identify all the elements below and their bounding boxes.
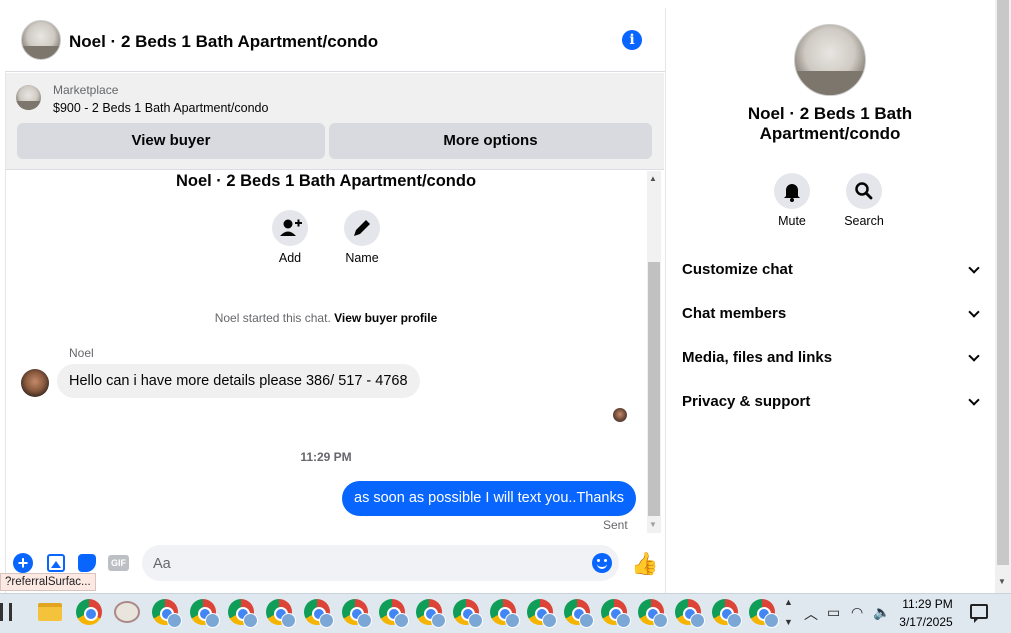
- window-scrollbar-thumb[interactable]: [997, 0, 1009, 565]
- pencil-icon: [354, 220, 370, 236]
- link-status-tooltip: ?referralSurfac...: [0, 573, 96, 591]
- search-button[interactable]: [846, 173, 882, 209]
- chevron-down-icon: [968, 350, 980, 362]
- window-scroll-down-arrow-icon[interactable]: ▼: [998, 577, 1006, 586]
- chrome-profile-icon[interactable]: [266, 599, 296, 628]
- info-icon[interactable]: i: [622, 30, 642, 50]
- customize-chat-section[interactable]: Customize chat: [682, 258, 980, 282]
- message-input[interactable]: [142, 545, 619, 581]
- chrome-profile-icon[interactable]: [304, 599, 334, 628]
- timestamp-separator: 11:29 PM: [300, 450, 352, 464]
- chat-title[interactable]: Noel · 2 Beds 1 Bath Apartment/condo: [69, 32, 378, 52]
- profile-name: Noel · 2 Beds 1 Bath Apartment/condo: [747, 104, 913, 143]
- chevron-down-icon: [968, 394, 980, 406]
- clock-date[interactable]: 3/17/2025: [897, 615, 955, 629]
- chrome-profile-icon[interactable]: [601, 599, 631, 628]
- chrome-profile-icon[interactable]: [564, 599, 594, 628]
- battery-icon[interactable]: ▭: [827, 604, 840, 621]
- thread-title: Noel · 2 Beds 1 Bath Apartment/condo: [175, 172, 477, 190]
- media-files-links-section[interactable]: Media, files and links: [682, 346, 980, 370]
- chrome-profile-icon[interactable]: [527, 599, 557, 628]
- section-label: Media, files and links: [682, 349, 833, 366]
- chrome-profile-icon[interactable]: [675, 599, 705, 628]
- listing-avatar[interactable]: [21, 20, 61, 60]
- incoming-message[interactable]: Hello can i have more details please 386…: [57, 364, 420, 398]
- privacy-support-section[interactable]: Privacy & support: [682, 390, 980, 414]
- add-label: Add: [278, 251, 302, 265]
- chevron-down-icon: [968, 306, 980, 318]
- plus-icon[interactable]: +: [13, 553, 33, 573]
- read-receipt-avatar: [613, 408, 627, 422]
- emoji-icon[interactable]: [592, 553, 612, 573]
- section-label: Chat members: [682, 305, 787, 322]
- chrome-icon[interactable]: [76, 599, 102, 625]
- section-label: Privacy & support: [682, 393, 811, 410]
- chrome-profile-icon[interactable]: [342, 599, 372, 628]
- sender-name: Noel: [69, 346, 94, 360]
- chrome-profile-icon[interactable]: [712, 599, 742, 628]
- thumbs-up-icon[interactable]: 👍: [631, 551, 658, 577]
- search-icon: [855, 182, 873, 200]
- chat-members-section[interactable]: Chat members: [682, 302, 980, 326]
- scroll-up-arrow-icon[interactable]: ▲: [649, 174, 657, 183]
- chrome-profile-icon[interactable]: [190, 599, 220, 628]
- file-explorer-icon[interactable]: [38, 603, 62, 621]
- chrome-profile-icon[interactable]: [416, 599, 446, 628]
- message-input-placeholder: Aa: [153, 556, 171, 572]
- listing-price-title[interactable]: $900 - 2 Beds 1 Bath Apartment/condo: [53, 101, 268, 115]
- chrome-profile-icon[interactable]: [749, 599, 779, 628]
- chat-started-text: Noel started this chat.: [214, 311, 331, 325]
- chat-started-notice: Noel started this chat. View buyer profi…: [6, 311, 646, 325]
- show-hidden-icons-chevron-icon[interactable]: ︿: [804, 604, 818, 624]
- add-people-button[interactable]: [272, 210, 308, 246]
- photo-icon[interactable]: [47, 554, 65, 572]
- taskbar-scroll-down-icon[interactable]: ▼: [784, 617, 793, 627]
- profile-picture[interactable]: [794, 24, 866, 96]
- chevron-down-icon: [968, 262, 980, 274]
- search-label: Search: [844, 214, 884, 228]
- wifi-icon[interactable]: ◠: [851, 604, 863, 621]
- paint-icon[interactable]: [114, 601, 140, 623]
- more-options-button[interactable]: More options: [329, 123, 652, 159]
- chrome-profile-icon[interactable]: [379, 599, 409, 628]
- view-buyer-profile-link[interactable]: View buyer profile: [334, 311, 437, 325]
- volume-icon[interactable]: 🔈: [873, 604, 890, 621]
- gif-icon[interactable]: GIF: [108, 555, 129, 571]
- listing-thumbnail[interactable]: [16, 85, 41, 110]
- add-person-icon: [280, 219, 302, 236]
- marketplace-label: Marketplace: [53, 83, 119, 97]
- taskbar-scroll-up-icon[interactable]: ▲: [784, 597, 793, 607]
- section-label: Customize chat: [682, 261, 793, 278]
- sender-avatar[interactable]: [21, 369, 49, 397]
- mute-label: Mute: [778, 214, 806, 228]
- chrome-profile-icon[interactable]: [453, 599, 483, 628]
- notification-center-icon[interactable]: [970, 604, 988, 623]
- outgoing-message[interactable]: as soon as possible I will text you..Tha…: [342, 481, 636, 516]
- message-scrollbar-thumb[interactable]: [648, 262, 660, 516]
- clock-time[interactable]: 11:29 PM: [900, 597, 955, 611]
- chrome-profile-icon[interactable]: [228, 599, 258, 628]
- scroll-down-arrow-icon[interactable]: ▼: [649, 520, 657, 529]
- chrome-profile-icon[interactable]: [490, 599, 520, 628]
- name-label: Name: [345, 251, 379, 265]
- chrome-profile-icon[interactable]: [638, 599, 668, 628]
- message-status: Sent: [603, 518, 628, 532]
- rename-button[interactable]: [344, 210, 380, 246]
- bell-icon: [784, 184, 800, 202]
- task-view-icon[interactable]: [0, 603, 12, 621]
- chrome-profile-icon[interactable]: [152, 599, 182, 628]
- mute-button[interactable]: [774, 173, 810, 209]
- view-buyer-button[interactable]: View buyer: [17, 123, 325, 159]
